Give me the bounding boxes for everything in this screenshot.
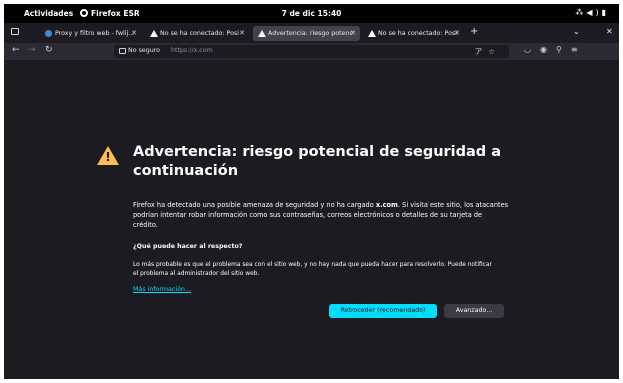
bookmark-star-icon[interactable]: ☆ <box>488 47 501 56</box>
globe-icon <box>45 30 52 37</box>
forward-icon[interactable]: → <box>28 45 36 55</box>
url-actions: ア☆ <box>475 46 501 57</box>
url-bar[interactable]: No seguro https://x.com ア☆ <box>114 45 509 58</box>
navigation-toolbar: ← → ↻ No seguro https://x.com ア☆ ◡◉⚲≡ <box>4 43 619 60</box>
what-can-you-do-heading: ¿Qué puede hacer al respecto? <box>133 243 243 250</box>
reload-icon[interactable]: ↻ <box>45 45 53 55</box>
pocket-icon[interactable]: ◡ <box>524 45 540 54</box>
list-all-tabs-icon[interactable]: ⌄ <box>573 27 580 36</box>
window-close-icon[interactable]: ✕ <box>606 27 613 36</box>
tab-title: No se ha conectado: Posi <box>160 30 239 37</box>
error-title: Advertencia: riesgo potencial de segurid… <box>133 144 502 179</box>
tab-title: Advertencia: riesgo potenc <box>268 30 353 37</box>
lock-icon[interactable] <box>119 48 126 54</box>
warning-icon <box>150 30 158 37</box>
gnome-top-bar: Actividades Firefox ESR 7 de dic 15:40 ⁂… <box>4 4 619 23</box>
tab-1[interactable]: Proxy y filtro web - fwlij... ✕ <box>40 26 141 41</box>
tab-3-active[interactable]: Advertencia: riesgo potenc ✕ <box>253 26 360 41</box>
advanced-button[interactable]: Avanzado... <box>444 304 504 318</box>
tab-4[interactable]: No se ha conectado: Posi ✕ <box>363 26 464 41</box>
tab-title: Proxy y filtro web - fwlij... <box>55 30 135 37</box>
warning-icon <box>368 30 376 37</box>
warning-exclamation: ! <box>105 150 111 164</box>
go-back-button[interactable]: Retroceder (recomendado) <box>329 304 437 318</box>
new-tab-button[interactable]: + <box>470 26 478 37</box>
sidebar-icon[interactable] <box>11 28 19 35</box>
url-text[interactable]: https://x.com <box>171 47 213 54</box>
desktop-screen: Actividades Firefox ESR 7 de dic 15:40 ⁂… <box>4 4 619 379</box>
tab-strip: Proxy y filtro web - fwlij... ✕ No se ha… <box>4 23 619 43</box>
volume-icon: ◀) <box>586 8 602 17</box>
extensions-icon[interactable]: ⚲ <box>556 45 571 54</box>
warning-icon <box>258 30 266 37</box>
close-tab-icon[interactable]: ✕ <box>454 29 460 37</box>
tab-2[interactable]: No se ha conectado: Posi ✕ <box>145 26 249 41</box>
desc-domain: x.com <box>375 201 398 209</box>
security-label[interactable]: No seguro <box>128 47 160 54</box>
learn-more-link[interactable]: Más información... <box>133 286 191 293</box>
tab-title: No se ha conectado: Posi <box>378 30 457 37</box>
error-advice: Lo más probable es que el problema sea c… <box>133 262 492 277</box>
error-description: Firefox ha detectado una posible amenaza… <box>133 200 509 230</box>
system-tray[interactable]: ⁂◀)▮ <box>575 8 609 17</box>
network-icon: ⁂ <box>575 8 587 17</box>
close-tab-icon[interactable]: ✕ <box>350 29 356 37</box>
error-page: ! Advertencia: riesgo potencial de segur… <box>4 60 619 379</box>
close-tab-icon[interactable]: ✕ <box>131 29 137 37</box>
close-tab-icon[interactable]: ✕ <box>239 29 245 37</box>
back-icon[interactable]: ← <box>12 45 20 55</box>
desc-before: Firefox ha detectado una posible amenaza… <box>133 201 376 209</box>
clock[interactable]: 7 de dic 15:40 <box>4 9 619 18</box>
translate-icon[interactable]: ア <box>475 47 489 56</box>
menu-icon[interactable]: ≡ <box>571 45 587 54</box>
toolbar-right: ◡◉⚲≡ <box>524 45 587 54</box>
account-icon[interactable]: ◉ <box>540 45 556 54</box>
battery-icon: ▮ <box>601 8 609 17</box>
